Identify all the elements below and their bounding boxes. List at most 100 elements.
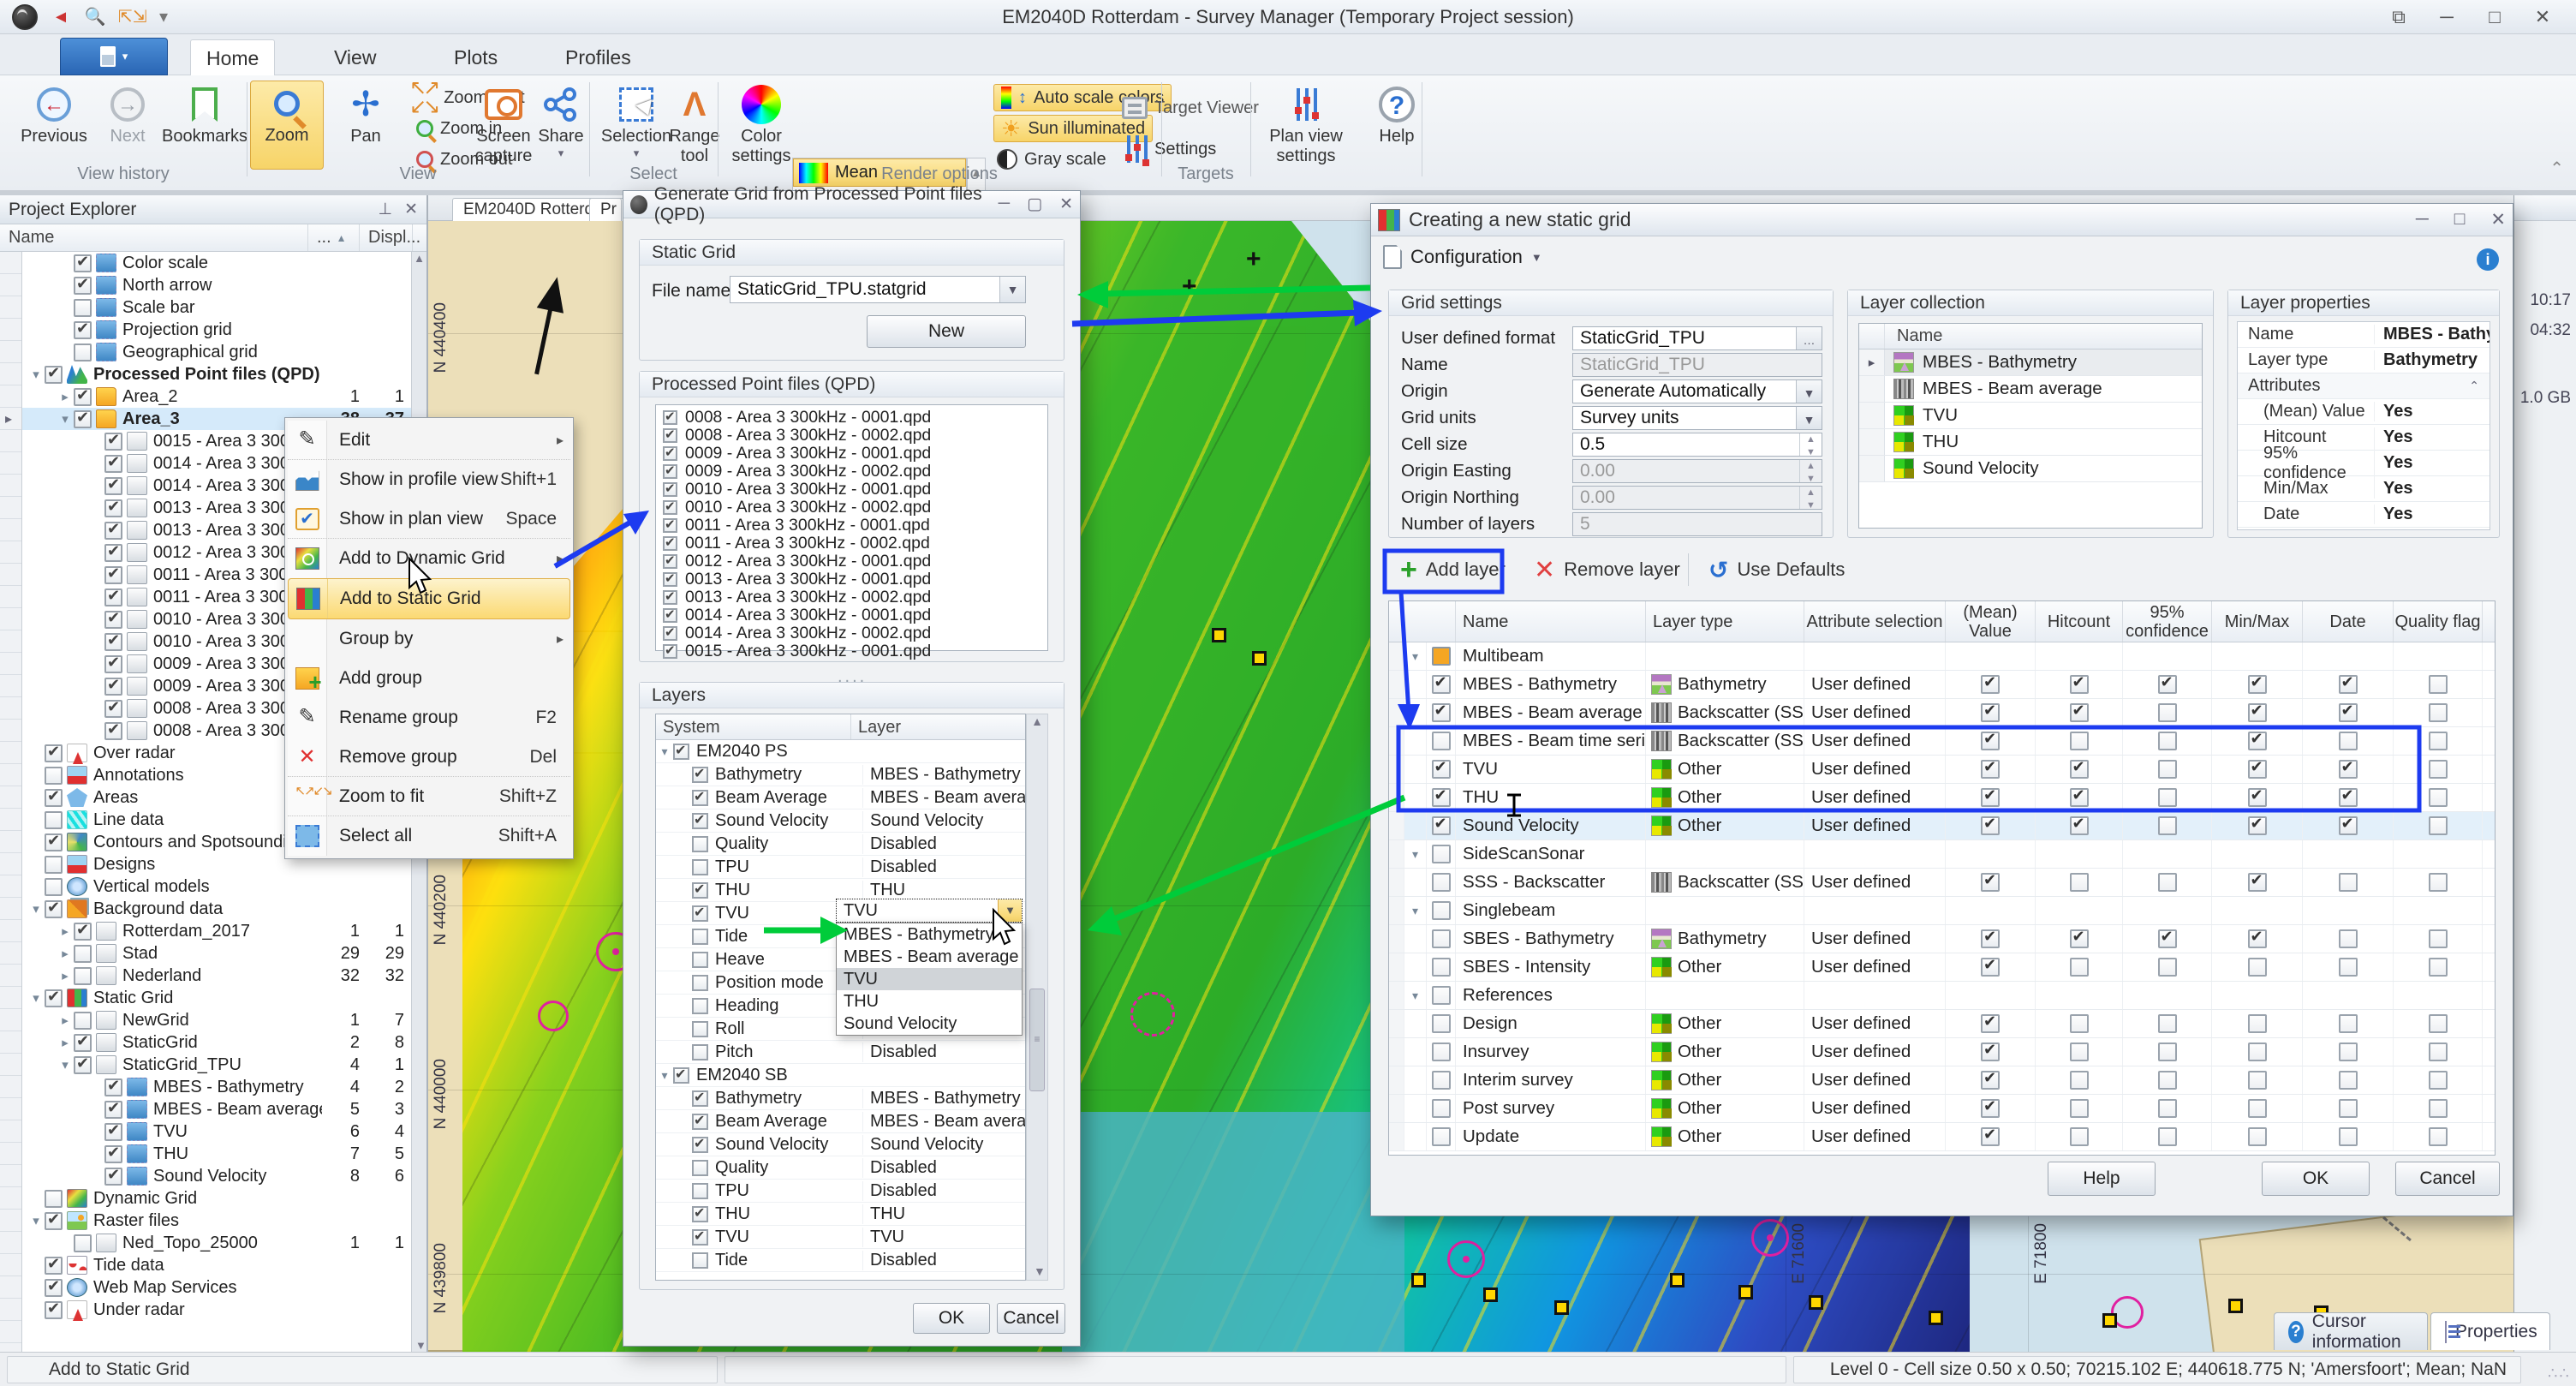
layer-value[interactable]: Sound Velocity [862, 1135, 1025, 1155]
quality-flag-checkbox[interactable] [2429, 732, 2448, 750]
layer-collection-row[interactable]: Sound Velocity [1859, 456, 2202, 482]
minmax-checkbox[interactable] [2248, 873, 2267, 892]
layer-checkbox[interactable] [1432, 647, 1451, 666]
help-button[interactable]: ?Help [1360, 82, 1434, 171]
mean-value-checkbox[interactable] [1981, 1042, 2000, 1061]
date-checkbox[interactable] [2339, 732, 2358, 750]
tree-row[interactable]: North arrow [22, 274, 411, 296]
expander-icon[interactable]: ▾ [57, 1057, 74, 1072]
visibility-checkbox[interactable] [45, 1279, 63, 1297]
layer-mapping-row[interactable]: Beam Average MBES - Beam average [656, 1110, 1025, 1133]
layer-value[interactable]: Disabled [862, 1042, 1025, 1062]
visibility-checkbox[interactable] [104, 611, 122, 629]
visibility-checkbox[interactable] [104, 588, 122, 606]
visibility-checkbox[interactable] [45, 744, 63, 762]
grid-layer-row[interactable]: THU Other User defined [1389, 784, 2495, 812]
layer-name[interactable]: References [1456, 982, 1646, 1009]
field-input[interactable]: Survey units▼ [1572, 406, 1822, 430]
grid-layer-row[interactable]: Sound Velocity Other User defined [1389, 812, 2495, 840]
column-header-displayed[interactable]: Displ... [360, 224, 413, 251]
system-checkbox[interactable] [692, 929, 708, 945]
layer-checkbox[interactable] [1432, 816, 1451, 835]
visibility-checkbox[interactable] [104, 522, 122, 540]
system-checkbox[interactable] [692, 975, 708, 991]
expander-icon[interactable]: ▾ [27, 367, 45, 382]
tree-row[interactable]: ▸ Nederland 32 32 [22, 965, 411, 987]
layer-mapping-row[interactable]: Quality Disabled [656, 1156, 1025, 1180]
restore-icon[interactable]: ▢ [1027, 194, 1042, 214]
tree-row[interactable]: Ned_Topo_25000 1 1 [22, 1232, 411, 1254]
layer-checkbox[interactable] [1432, 1014, 1451, 1033]
help-button[interactable]: Help [2048, 1162, 2156, 1196]
attribute-selection[interactable]: User defined [1804, 756, 1946, 783]
attribute-selection[interactable]: User defined [1804, 1010, 1946, 1037]
layer-value[interactable]: THU [862, 1204, 1025, 1224]
visibility-checkbox[interactable] [45, 878, 63, 896]
visibility-checkbox[interactable] [104, 544, 122, 562]
grid-layer-row[interactable]: Update Other User defined [1389, 1123, 2495, 1151]
tree-row[interactable]: Sound Velocity 8 6 [22, 1165, 411, 1187]
visibility-checkbox[interactable] [74, 1034, 92, 1052]
hitcount-checkbox[interactable] [2070, 675, 2089, 694]
add-layer-button[interactable]: +Add layer [1392, 551, 1514, 588]
expander-icon[interactable] [1404, 784, 1427, 811]
context-menu-item[interactable]: Select all Shift+A [288, 816, 570, 856]
date-checkbox[interactable] [2339, 1099, 2358, 1118]
tree-row[interactable]: Dynamic Grid [22, 1187, 411, 1210]
minmax-checkbox[interactable] [2248, 929, 2267, 948]
file-checkbox[interactable] [663, 428, 677, 443]
layer-value[interactable]: Disabled [862, 1181, 1025, 1201]
tab-profiles[interactable]: Profiles [550, 39, 647, 75]
system-checkbox[interactable] [692, 767, 708, 783]
attribute-selection[interactable]: User defined [1804, 953, 1946, 981]
attribute-selection[interactable]: User defined [1804, 727, 1946, 755]
profile-view-tab[interactable]: Pr [589, 198, 622, 221]
layer-mapping-row[interactable]: Bathymetry MBES - Bathymetry [656, 1087, 1025, 1110]
minmax-checkbox[interactable] [2248, 1127, 2267, 1146]
layer-checkbox[interactable] [1432, 760, 1451, 779]
file-checkbox[interactable] [663, 410, 677, 425]
grid-layer-row[interactable]: ▾ Multibeam [1389, 642, 2495, 671]
quality-flag-checkbox[interactable] [2429, 816, 2448, 835]
col-layer-type[interactable]: Layer type [1646, 601, 1804, 642]
tree-row[interactable]: MBES - Beam average 5 3 [22, 1098, 411, 1120]
tab-view[interactable]: View [319, 39, 391, 75]
hitcount-checkbox[interactable] [2070, 816, 2089, 835]
field-input[interactable]: Generate Automatically▼ [1572, 379, 1822, 403]
quality-flag-checkbox[interactable] [2429, 788, 2448, 807]
layer-mapping-row[interactable]: ▾ EM2040 PS [656, 740, 1025, 763]
layer-collection-row[interactable]: TVU [1859, 403, 2202, 429]
expander-icon[interactable]: ▾ [27, 1213, 45, 1228]
tree-row[interactable]: Geographical grid [22, 341, 411, 363]
visibility-checkbox[interactable] [104, 1145, 122, 1163]
new-grid-button[interactable]: New [867, 315, 1026, 348]
mean-value-checkbox[interactable] [1981, 929, 2000, 948]
expander-icon[interactable]: ▾ [1404, 840, 1427, 868]
expander-icon[interactable] [1404, 756, 1427, 783]
context-menu-item[interactable]: ✔ Show in plan view Space [288, 499, 570, 539]
layer-value[interactable]: MBES - Beam average [862, 788, 1025, 808]
col-date[interactable]: Date [2303, 601, 2394, 642]
confidence95-checkbox[interactable] [2158, 1099, 2177, 1118]
zoom-tool-button[interactable]: Zoom [250, 81, 324, 170]
tree-row[interactable]: Projection grid [22, 319, 411, 341]
tree-row[interactable]: ▸ NewGrid 1 7 [22, 1009, 411, 1031]
grid-layer-row[interactable]: SBES - Bathymetry Bathymetry User define… [1389, 925, 2495, 953]
visibility-checkbox[interactable] [74, 967, 92, 985]
layer-mapping-row[interactable]: Beam Average MBES - Beam average [656, 786, 1025, 809]
mean-value-checkbox[interactable] [1981, 1071, 2000, 1090]
file-checkbox[interactable] [663, 608, 677, 623]
confidence95-checkbox[interactable] [2158, 1127, 2177, 1146]
tab-plots[interactable]: Plots [438, 39, 513, 75]
column-system[interactable]: System [656, 714, 851, 739]
system-checkbox[interactable] [692, 790, 708, 806]
mean-value-checkbox[interactable] [1981, 816, 2000, 835]
context-menu-item[interactable]: Add group [288, 659, 570, 698]
confidence95-checkbox[interactable] [2158, 816, 2177, 835]
minmax-checkbox[interactable] [2248, 1042, 2267, 1061]
qpd-file-item[interactable]: 0014 - Area 3 300kHz - 0002.qpd [663, 624, 1047, 642]
hitcount-checkbox[interactable] [2070, 760, 2089, 779]
remove-layer-button[interactable]: ✕Remove layer [1525, 551, 1689, 588]
grid-layer-row[interactable]: MBES - Beam time series Backscatter (SSS… [1389, 727, 2495, 756]
tree-row[interactable]: ▾ StaticGrid_TPU 4 1 [22, 1054, 411, 1076]
